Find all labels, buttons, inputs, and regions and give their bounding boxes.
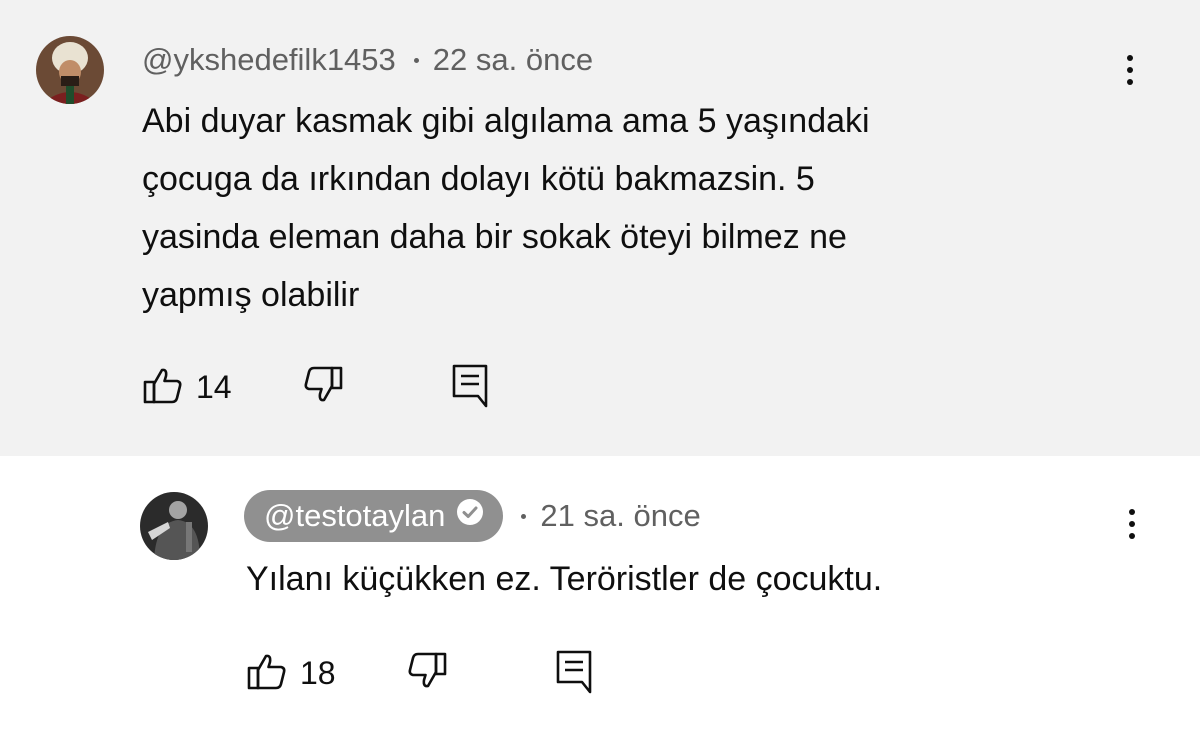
comment-2: @testotaylan 21 sa. önce Yılanı küçükken… (0, 456, 1200, 749)
comment-2-handle-pill[interactable]: @testotaylan (244, 490, 504, 542)
comment-2-handle: @testotaylan (264, 498, 446, 533)
reply-button[interactable] (450, 362, 490, 413)
comment-1-handle[interactable]: @ykshedefilk1453 (142, 42, 396, 78)
like-button[interactable]: 18 (246, 650, 336, 697)
comment-1-meta: @ykshedefilk1453 22 sa. önce (142, 40, 593, 80)
thumbs-down-icon (406, 650, 448, 697)
thumbs-down-icon (302, 364, 344, 411)
comment-2-timestamp[interactable]: 21 sa. önce (540, 498, 700, 534)
comment-1: @ykshedefilk1453 22 sa. önce Abi duyar k… (0, 0, 1200, 456)
comment-2-actions: 18 (246, 650, 594, 696)
comment-1-timestamp[interactable]: 22 sa. önce (433, 42, 593, 78)
reply-icon (450, 362, 490, 413)
comment-thread: @ykshedefilk1453 22 sa. önce Abi duyar k… (0, 0, 1200, 749)
thumbs-up-icon (142, 364, 184, 411)
comment-2-more-options-icon[interactable] (1112, 494, 1152, 554)
dislike-button[interactable] (302, 364, 344, 411)
comment-2-text: Yılanı küçükken ez. Teröristler de çocuk… (246, 560, 883, 598)
comment-1-more-options-icon[interactable] (1110, 40, 1150, 100)
meta-separator-dot (413, 57, 419, 63)
meta-separator-dot (521, 513, 527, 519)
like-count: 18 (300, 654, 336, 691)
thumbs-up-icon (246, 650, 288, 697)
reply-icon (554, 648, 594, 699)
comment-1-actions: 14 (142, 364, 490, 410)
comment-2-meta: @testotaylan 21 sa. önce (244, 490, 701, 542)
reply-button[interactable] (554, 648, 594, 699)
like-button[interactable]: 14 (142, 364, 232, 411)
comment-1-avatar[interactable] (36, 36, 104, 104)
comment-1-text: Abi duyar kasmak gibi algılama ama 5 yaş… (142, 102, 870, 314)
dislike-button[interactable] (406, 650, 448, 697)
verified-check-icon (455, 497, 485, 535)
like-count: 14 (196, 368, 232, 405)
comment-2-avatar[interactable] (140, 492, 208, 560)
